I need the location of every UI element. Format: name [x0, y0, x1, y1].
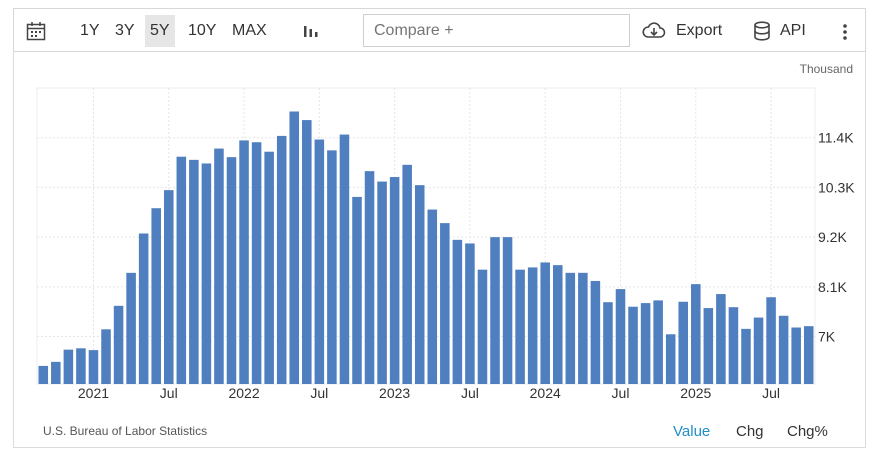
bar[interactable] [716, 294, 726, 384]
bar[interactable] [414, 185, 425, 384]
bar[interactable] [728, 307, 739, 384]
bar-chart: 7K 8.1K 9.2K 10.3K 11.4K 2021 Jul 2022 Jul 2023 J… [36, 87, 855, 401]
bar[interactable] [251, 142, 262, 384]
bar[interactable] [364, 171, 375, 384]
bar[interactable] [502, 237, 513, 384]
x-tick-label: Jul [762, 385, 780, 401]
bar[interactable] [302, 120, 312, 384]
bar[interactable] [803, 326, 814, 384]
bar[interactable] [389, 177, 400, 384]
x-tick-label: 2025 [680, 385, 711, 401]
mode-value[interactable]: Value [673, 423, 710, 440]
bar[interactable] [327, 150, 337, 384]
bar[interactable] [515, 269, 525, 384]
bar[interactable] [678, 301, 689, 384]
bar[interactable] [452, 239, 463, 384]
bar[interactable] [76, 348, 86, 384]
bar[interactable] [239, 140, 249, 384]
bar[interactable] [691, 284, 701, 384]
x-tick-label: Jul [461, 385, 479, 401]
bar[interactable] [665, 334, 676, 384]
bar[interactable] [753, 317, 764, 384]
bar[interactable] [138, 233, 149, 384]
y-tick-label: 9.2K [818, 229, 847, 245]
bar[interactable] [126, 272, 136, 384]
bar[interactable] [63, 349, 74, 384]
bar[interactable] [352, 196, 362, 384]
bar[interactable] [163, 190, 174, 384]
x-tick-label: 2021 [78, 385, 109, 401]
bar[interactable] [615, 289, 626, 384]
mode-chg-percent[interactable]: Chg% [787, 423, 828, 440]
bar[interactable] [465, 243, 475, 384]
bar[interactable] [552, 265, 563, 384]
bar[interactable] [289, 111, 300, 385]
bar[interactable] [314, 139, 325, 384]
x-tick-label: 2022 [228, 385, 259, 401]
x-tick-label: 2023 [379, 385, 410, 401]
y-tick-label: 10.3K [818, 179, 855, 195]
x-tick-label: 2024 [530, 385, 561, 401]
source-text: U.S. Bureau of Labor Statistics [43, 424, 208, 438]
bar[interactable] [101, 329, 111, 384]
bar[interactable] [565, 272, 576, 384]
bar[interactable] [276, 135, 287, 384]
mode-chg[interactable]: Chg [736, 423, 764, 440]
bar[interactable] [339, 134, 350, 384]
bar[interactable] [527, 267, 538, 384]
bar[interactable] [578, 272, 588, 384]
bar[interactable] [741, 328, 751, 384]
x-tick-label: Jul [310, 385, 328, 401]
bar[interactable] [766, 297, 776, 384]
y-tick-label: 8.1K [818, 279, 847, 295]
x-tick-label: Jul [612, 385, 630, 401]
bar[interactable] [477, 269, 488, 384]
x-tick-label: Jul [160, 385, 178, 401]
bar[interactable] [653, 300, 663, 384]
y-tick-label: 7K [818, 329, 836, 345]
bar[interactable] [490, 237, 500, 384]
y-tick-label: 11.4K [818, 130, 854, 146]
bar[interactable] [402, 164, 412, 384]
bar[interactable] [703, 308, 714, 384]
bar[interactable] [778, 315, 789, 384]
bar[interactable] [151, 208, 161, 384]
bar[interactable] [201, 163, 212, 384]
bar[interactable] [640, 303, 651, 384]
bar[interactable] [628, 306, 638, 384]
bar[interactable] [791, 327, 801, 384]
bar[interactable] [189, 159, 199, 384]
bar[interactable] [603, 302, 613, 384]
bar[interactable] [38, 365, 49, 384]
bar[interactable] [427, 209, 438, 384]
bar[interactable] [51, 361, 61, 384]
bar[interactable] [590, 280, 601, 384]
bar[interactable] [226, 157, 237, 384]
bar[interactable] [176, 156, 187, 384]
bar[interactable] [377, 181, 387, 384]
bar[interactable] [540, 262, 550, 384]
bar[interactable] [113, 305, 124, 384]
bar[interactable] [264, 151, 274, 384]
bar[interactable] [88, 350, 99, 384]
bar[interactable] [440, 223, 450, 384]
bar[interactable] [214, 148, 224, 384]
